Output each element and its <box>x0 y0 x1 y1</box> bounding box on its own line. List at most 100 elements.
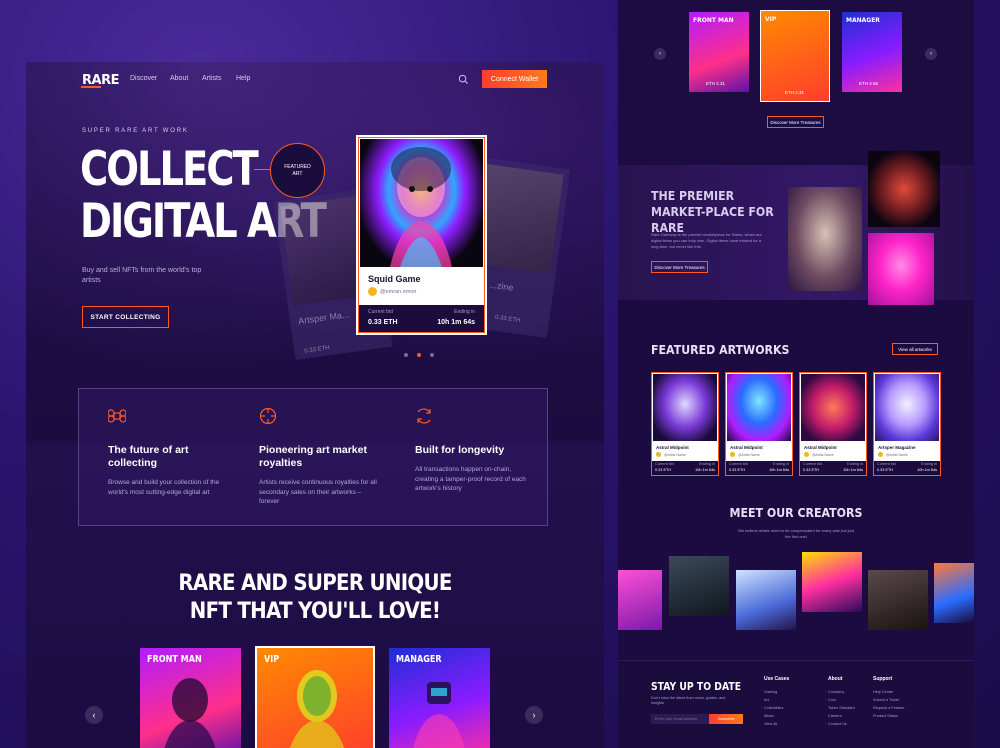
creator-photo[interactable] <box>802 552 862 612</box>
footer-link[interactable]: Request a Feature <box>873 706 904 710</box>
nft-section-title: RARE AND SUPER UNIQUE NFT THAT YOU'LL LO… <box>55 570 575 626</box>
featured-nft-card[interactable]: Squid Game @emran.emon Current bid 0.33 … <box>356 135 487 335</box>
artwork-card[interactable]: Astral Midpoint @Artist.Name Current bid… <box>799 372 867 476</box>
feature-item: Pioneering art market royalties Artists … <box>259 407 379 507</box>
footer-link[interactable]: Collectibles <box>764 706 789 710</box>
footer-link[interactable]: Coin <box>828 698 855 702</box>
footer-link[interactable]: Gaming <box>764 690 789 694</box>
nav-about[interactable]: About <box>170 75 188 82</box>
newsletter-title: STAY UP TO DATE <box>651 681 742 693</box>
nft-card-label: MANAGER <box>396 654 442 665</box>
side-card-price: 0.33 ETH <box>304 345 331 355</box>
avatar <box>878 452 883 457</box>
creators-desc: We believe artists need to be compensate… <box>738 528 854 539</box>
footer-link[interactable]: Token Standard <box>828 706 855 710</box>
footer-link[interactable]: View All <box>764 722 789 726</box>
side-card-price: 0.33 ETH <box>494 314 521 325</box>
sculpture-artwork-pink <box>868 233 934 305</box>
avatar <box>656 452 661 457</box>
creator-photo[interactable] <box>669 556 729 616</box>
command-icon <box>107 409 127 423</box>
discover-more-button[interactable]: Discover More Treasures <box>767 116 824 128</box>
artwork-card[interactable]: Artsper Magazine @Artist.Name Current bi… <box>873 372 941 476</box>
start-collecting-button[interactable]: START COLLECTING <box>82 306 169 328</box>
subscribe-button[interactable]: Subscribe <box>709 714 743 724</box>
premier-discover-button[interactable]: Discover More Treasures <box>651 261 708 273</box>
landing-page-desktop: RARE Discover About Artists Help Connect… <box>26 62 604 748</box>
carousel-dot-active[interactable] <box>417 353 421 357</box>
search-icon[interactable] <box>458 74 469 85</box>
squid-game-artwork <box>360 139 483 267</box>
carousel-prev-button[interactable]: ‹ <box>85 706 103 724</box>
artwork-card[interactable]: Astral Midpoint @Artist.Name Current bid… <box>725 372 793 476</box>
artwork-image <box>801 374 865 441</box>
avatar <box>368 287 377 296</box>
nft-card-manager[interactable]: MANAGER <box>389 648 490 748</box>
carousel-dot[interactable] <box>404 353 408 357</box>
nav-discover[interactable]: Discover <box>130 75 157 82</box>
footer-link[interactable]: Music <box>764 714 789 718</box>
front-man-figure <box>164 678 216 748</box>
nft-card-label: VIP <box>264 654 280 665</box>
sculpture-artwork-large <box>788 187 862 291</box>
ending-label: Ending in <box>454 309 475 315</box>
bid-value: 0.33 ETH <box>877 468 894 472</box>
artwork-handle: @Artist.Name <box>812 453 834 457</box>
footer-link[interactable]: Product Status <box>873 714 904 718</box>
ending-value: 10h 1m 64s <box>695 468 715 472</box>
feature-desc: Artists receive continuous royalties for… <box>259 479 377 505</box>
artwork-handle: @Artist.Name <box>664 453 686 457</box>
creator-photo[interactable] <box>934 563 974 623</box>
creator-photo[interactable] <box>868 570 928 630</box>
artwork-handle: @Artist.Name <box>738 453 760 457</box>
creator-photo[interactable] <box>736 570 796 630</box>
footer-col-support: Support Help Center Submit a Ticket Requ… <box>873 676 904 722</box>
chevron-left-icon[interactable]: ‹ <box>654 48 666 60</box>
nft-card-vip[interactable]: VIP <box>255 646 375 748</box>
mini-card-vip[interactable]: VIP ETH 2.31 <box>760 10 830 102</box>
mini-card-manager[interactable]: MANAGER ETH 4.56 <box>842 12 902 92</box>
footer-link[interactable]: Submit a Ticket <box>873 698 904 702</box>
footer-link[interactable]: Art <box>764 698 789 702</box>
nft-card-front-man[interactable]: FRONT MAN <box>140 648 241 748</box>
bid-value: 0.33 ETH <box>803 468 820 472</box>
footer-link[interactable]: Careers <box>828 714 855 718</box>
mini-card-front-man[interactable]: FRONT MAN ETH 2.31 <box>689 12 749 92</box>
badge-line1: FEATURED <box>284 163 311 170</box>
ending-label: Ending in <box>699 462 715 466</box>
nav-artists[interactable]: Artists <box>202 75 221 82</box>
feature-desc: Browse and build your collection of the … <box>108 479 220 496</box>
featured-artworks-title: FEATURED ARTWORKS <box>651 342 790 357</box>
footer-col-about: About Company Coin Token Standard Career… <box>828 676 855 730</box>
nft-name: Squid Game <box>368 274 421 284</box>
creator-photo[interactable] <box>618 570 662 630</box>
mini-card-label: FRONT MAN <box>693 17 734 24</box>
footer-link[interactable]: Contact Us <box>828 722 855 726</box>
artwork-card[interactable]: Astral Midpoint @Artist.Name Current bid… <box>651 372 719 476</box>
manager-figure <box>413 682 465 748</box>
footer-link[interactable]: Help Center <box>873 690 904 694</box>
artwork-name: Artsper Magazine <box>878 445 916 450</box>
bid-label: Current bid <box>877 462 896 466</box>
artwork-name: Astral Midpoint <box>656 445 689 450</box>
bid-label: Current bid <box>729 462 748 466</box>
bid-footer: Current bid 0.33 ETH Ending in 10h 1m 64… <box>358 305 485 333</box>
premier-title: THE PREMIER MARKET-PLACE FOR RARE <box>651 188 774 235</box>
chevron-right-icon[interactable]: › <box>925 48 937 60</box>
artwork-footer: Current bid 0.33 ETH Ending in 10h 1m 64… <box>652 461 718 475</box>
nav-help[interactable]: Help <box>236 75 250 82</box>
footer-link[interactable]: Company <box>828 690 855 694</box>
mini-card-price: ETH 2.31 <box>785 90 805 95</box>
view-all-button[interactable]: View all artworks <box>892 343 938 355</box>
footer-col-heading: About <box>828 676 843 682</box>
ending-value: 10h 1m 64s <box>769 468 789 472</box>
carousel-next-button[interactable]: › <box>525 706 543 724</box>
features-panel: The future of art collecting Browse and … <box>78 388 548 526</box>
carousel-dot[interactable] <box>430 353 434 357</box>
bid-value: 0.33 ETH <box>655 468 672 472</box>
logo-underline <box>81 86 101 88</box>
ending-value: 10h 1m 64s <box>843 468 863 472</box>
footer-col-use-cases: Use Cases Gaming Art Collectibles Music … <box>764 676 789 730</box>
connect-wallet-button[interactable]: Connect Wallet <box>482 70 547 88</box>
premier-desc: Rare Gateway is the premier marketplace … <box>651 232 762 249</box>
